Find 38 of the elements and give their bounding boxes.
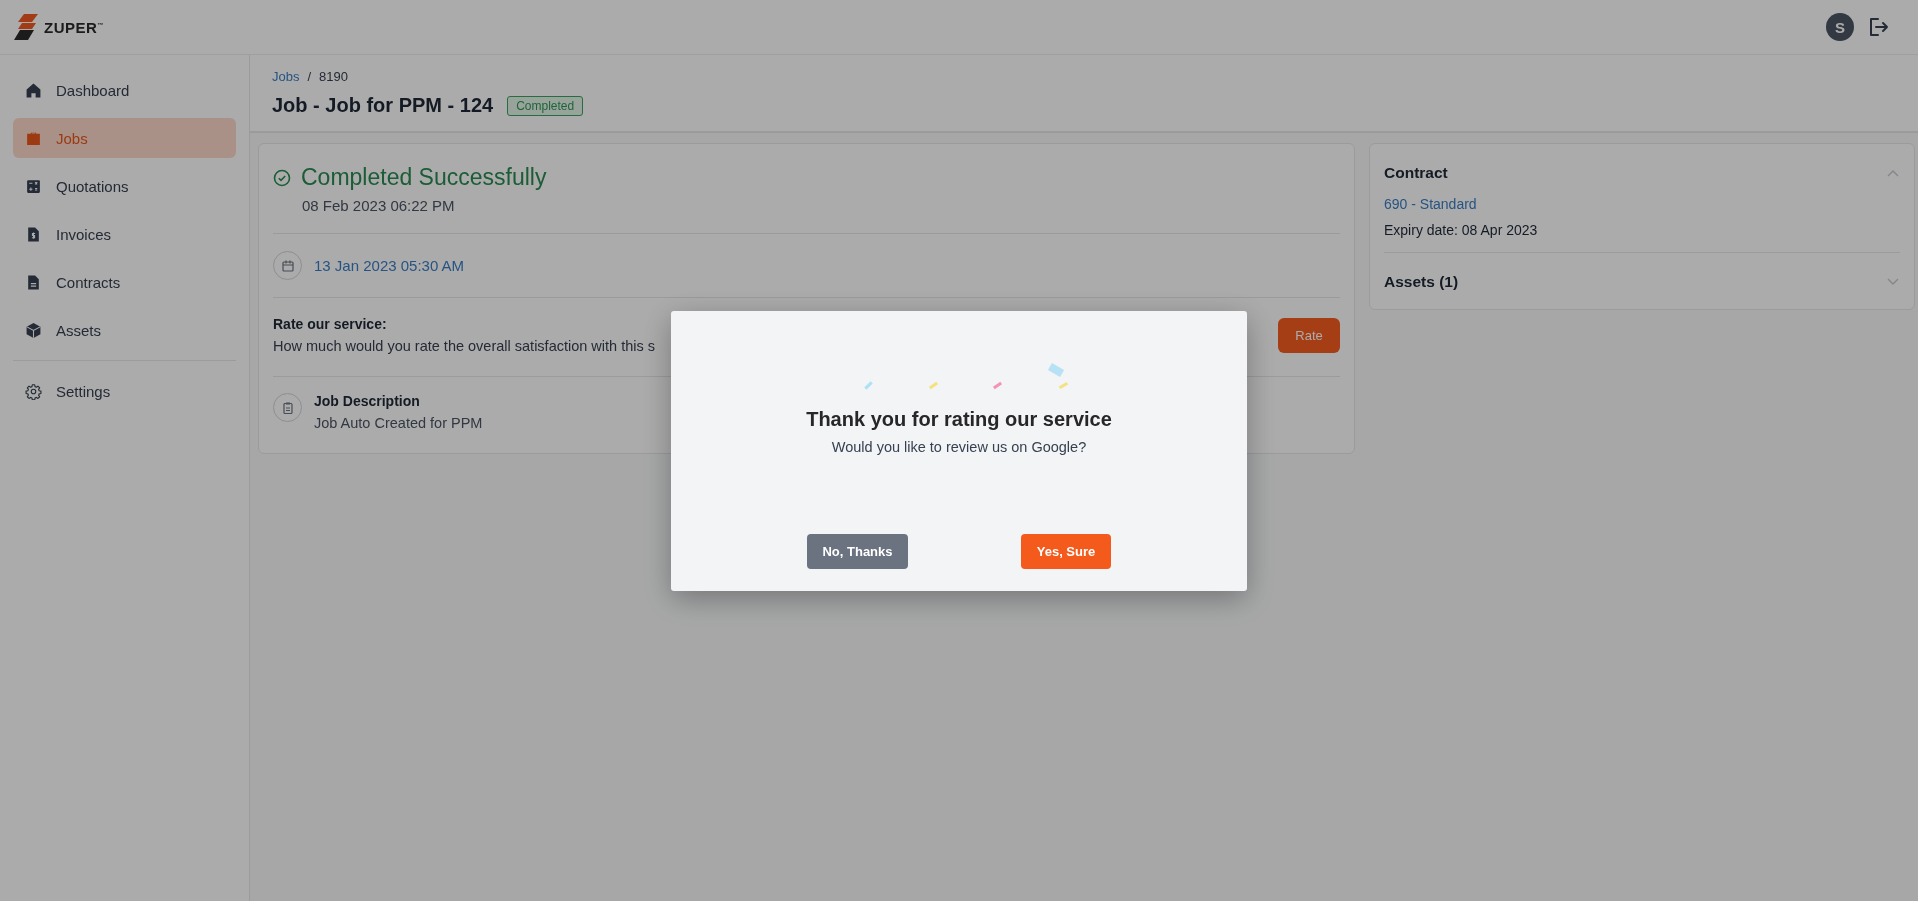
sidebar-item[interactable]: Invoices <box>13 214 236 254</box>
dialog-title: Thank you for rating our service <box>806 407 1112 431</box>
completed-time: 08 Feb 2023 06:22 PM <box>302 197 456 214</box>
rate-button[interactable]: Rate <box>1278 317 1340 353</box>
dismiss-button[interactable]: No, Thanks <box>807 533 908 569</box>
description-label: Job Description <box>314 393 421 409</box>
settings-icon <box>25 382 42 400</box>
cube-icon <box>25 321 42 339</box>
expiry-date: Expiry date: 08 Apr 2023 <box>1384 222 1539 238</box>
status-title: Completed Successfully <box>301 164 547 191</box>
sidebar-item[interactable]: Settings <box>13 371 236 411</box>
sidebar-item[interactable]: Dashboard <box>13 70 236 110</box>
rating-question: How much would you rate the overall satisfaction with this s <box>273 338 655 354</box>
sidebar-item[interactable]: Assets <box>13 310 236 350</box>
description-text: Job Auto Created for PPM <box>314 415 483 431</box>
page-title: Job - Job for PPM - 124 <box>272 94 494 117</box>
status-badge: Completed <box>507 95 584 116</box>
home-icon <box>25 81 42 99</box>
breadcrumb-link[interactable]: Jobs <box>272 69 300 84</box>
section-title: Assets (1) <box>1384 273 1459 291</box>
breadcrumb-current: 8190 <box>319 69 348 84</box>
rating-label: Rate our service: <box>273 316 388 332</box>
chevron-up-icon[interactable] <box>1886 168 1900 178</box>
logo-text: ZUPER$^{™}$ <box>44 18 104 36</box>
invoice-icon <box>25 225 42 243</box>
sidebar-item[interactable]: Quotations <box>13 166 236 206</box>
contract-link[interactable]: 690 - Standard <box>1384 196 1477 212</box>
calculator-icon <box>25 177 42 195</box>
confirm-button[interactable]: Yes, Sure <box>1021 533 1111 569</box>
chevron-down-icon[interactable] <box>1886 277 1900 287</box>
section-title: Contract <box>1384 164 1448 182</box>
check-circle-icon <box>273 168 291 187</box>
sidebar-item[interactable]: Contracts <box>13 262 236 302</box>
user-avatar[interactable]: S <box>1826 13 1854 41</box>
scheduled-date: 13 Jan 2023 05:30 AM <box>314 257 465 274</box>
document-icon <box>25 273 42 291</box>
breadcrumb-separator: / <box>307 69 312 84</box>
dialog-message: Would you like to review us on Google? <box>831 438 1087 455</box>
